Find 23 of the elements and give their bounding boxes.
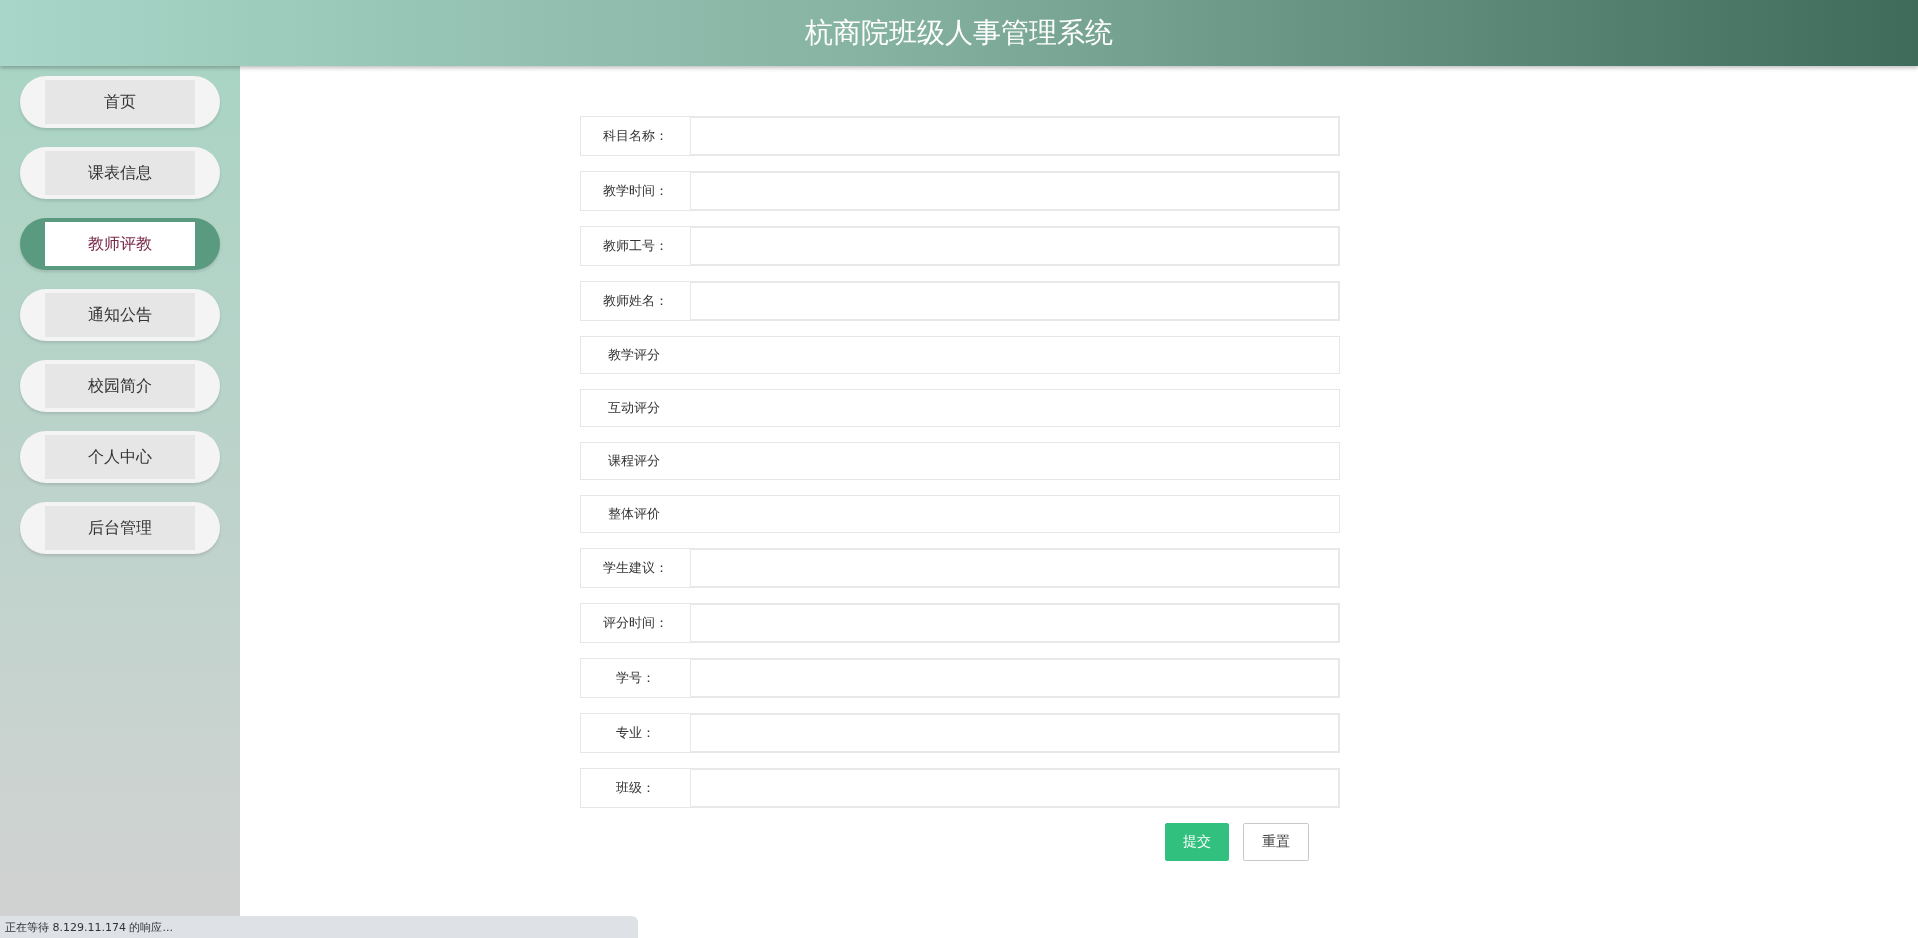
reset-button[interactable]: 重置 <box>1243 823 1309 861</box>
input-field[interactable] <box>690 226 1340 266</box>
input-field[interactable] <box>690 658 1340 698</box>
nav-item[interactable]: 后台管理 <box>20 502 220 554</box>
rating-row: 课程评分 <box>580 442 1340 480</box>
input-field[interactable] <box>690 281 1340 321</box>
rating-row: 互动评分 <box>580 389 1340 427</box>
nav-item[interactable]: 个人中心 <box>20 431 220 483</box>
rating-row: 教学评分 <box>580 336 1340 374</box>
input-field[interactable] <box>690 768 1340 808</box>
nav-item[interactable]: 首页 <box>20 76 220 128</box>
input-field[interactable] <box>690 713 1340 753</box>
nav-item[interactable]: 通知公告 <box>20 289 220 341</box>
nav-item[interactable]: 教师评教 <box>20 218 220 270</box>
nav-item[interactable]: 课表信息 <box>20 147 220 199</box>
system-title: 杭商院班级人事管理系统 <box>805 15 1113 51</box>
nav-item[interactable]: 校园简介 <box>20 360 220 412</box>
status-bar: 正在等待 8.129.11.174 的响应... <box>0 916 638 938</box>
input-field[interactable] <box>690 116 1340 156</box>
input-field[interactable] <box>690 171 1340 211</box>
input-field[interactable] <box>690 548 1340 588</box>
input-field[interactable] <box>690 603 1340 643</box>
rating-row: 整体评价 <box>580 495 1340 533</box>
